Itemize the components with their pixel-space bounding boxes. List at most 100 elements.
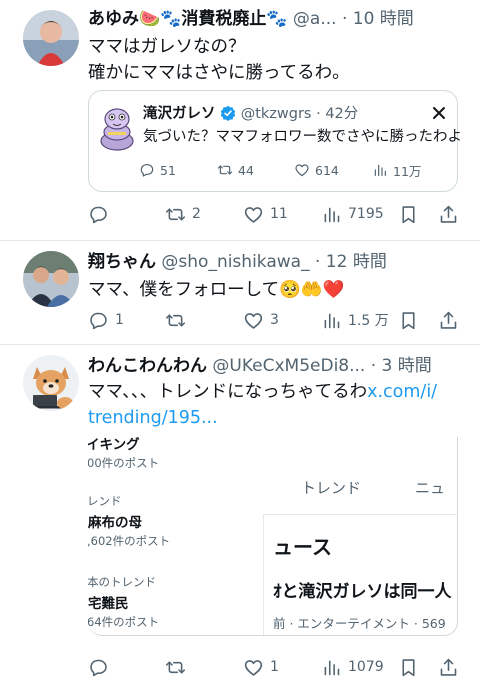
tweet-text: ママ、僕をフォローして🥺🤲❤️ <box>88 280 345 300</box>
screenshot-news-title: ュース <box>273 535 332 559</box>
tweet-1[interactable]: あゆみ🍉🐾消費税廃止🐾 @a... · 10 時間 ママはガレソなの？ 確かにマ… <box>0 0 480 240</box>
display-name[interactable]: あゆみ🍉🐾消費税廃止🐾 <box>88 9 288 29</box>
views-chart-icon <box>324 207 340 222</box>
tweet-3[interactable]: わんこわんわん @UKeCxM5eDi8... · 3 時間 ママ、、、トレンド… <box>0 345 480 689</box>
quoted-reply-button[interactable]: 51 <box>139 159 176 181</box>
share-icon <box>440 311 457 329</box>
trend-3-category: 本のトレンド <box>88 575 156 589</box>
reply-count: 1 <box>115 312 124 328</box>
trend-2-count: ,602件のポスト <box>88 534 171 548</box>
bookmark-icon <box>402 311 415 329</box>
action-bar: 1 3 1.5 万 <box>88 306 466 334</box>
bookmark-button[interactable] <box>398 653 419 681</box>
views-chart-icon <box>324 313 340 328</box>
views-count: 1079 <box>348 659 384 675</box>
share-button[interactable] <box>438 200 459 228</box>
display-name[interactable]: 翔ちゃん <box>88 252 156 272</box>
views-button[interactable]: 7195 <box>321 200 384 228</box>
heart-icon <box>244 206 263 223</box>
verified-badge-icon <box>220 105 236 121</box>
screenshot-panel-divider <box>263 515 264 635</box>
bookmark-button[interactable] <box>398 306 419 334</box>
views-button[interactable]: 1079 <box>321 653 384 681</box>
like-button[interactable]: 3 <box>243 306 279 334</box>
reply-icon <box>90 312 107 329</box>
reply-button[interactable] <box>88 653 115 681</box>
share-button[interactable] <box>438 306 459 334</box>
quoted-timestamp[interactable]: · 42分 <box>316 106 358 122</box>
trend-3-name: 宅難民 <box>88 596 129 612</box>
retweet-button[interactable] <box>165 653 192 681</box>
quoted-tweet[interactable]: 滝沢ガレソ @tkzwgrs · 42分 気づいた？ママフォロワー数でさやに勝っ… <box>88 90 462 192</box>
heart-icon <box>244 659 263 676</box>
tweet-text-line-2: 確かにママはさやに勝ってるわ。 <box>88 63 350 83</box>
username[interactable]: @UKeCxM5eDi8... <box>212 356 365 376</box>
attached-screenshot-image[interactable]: イキング 00件のポスト レンド 麻布の母 ,602件のポスト 本のトレンド 宅… <box>88 437 458 636</box>
quoted-views-button[interactable]: 11万 <box>372 159 421 181</box>
timestamp[interactable]: · 12 時間 <box>315 252 387 272</box>
retweet-icon <box>217 165 233 175</box>
action-bar: 1 1079 <box>88 653 466 681</box>
quoted-like-count: 614 <box>315 162 339 178</box>
reply-icon <box>90 659 107 676</box>
action-bar: 2 11 7195 <box>88 200 466 228</box>
quoted-display-name[interactable]: 滝沢ガレソ <box>143 106 216 122</box>
avatar[interactable] <box>23 10 79 66</box>
heart-icon <box>244 312 263 329</box>
tweet-text: ママ、、、トレンドになっちゃてるわx.com/i/ trending/195..… <box>88 379 466 431</box>
quoted-reply-count: 51 <box>160 162 176 178</box>
screenshot-tab-news: ニュ <box>415 479 446 497</box>
timestamp[interactable]: · 3 時間 <box>371 356 432 376</box>
views-chart-icon <box>374 164 386 176</box>
avatar[interactable] <box>23 355 79 411</box>
tweet-header: わんこわんわん @UKeCxM5eDi8... · 3 時間 <box>88 353 470 379</box>
bookmark-icon <box>402 205 415 223</box>
display-name[interactable]: わんこわんわん <box>88 356 207 376</box>
timestamp[interactable]: · 10 時間 <box>342 9 414 29</box>
heart-icon <box>295 164 309 177</box>
avatar[interactable] <box>23 251 79 307</box>
quoted-retweet-button[interactable]: 44 <box>217 159 254 181</box>
quoted-text: 気づいた？ママフォロワー数でさやに勝ったわよ <box>143 129 462 145</box>
trend-link[interactable]: x.com/i/ <box>367 382 437 402</box>
views-button[interactable]: 1.5 万 <box>321 306 389 334</box>
retweet-button[interactable] <box>165 306 192 334</box>
trend-2-name: 麻布の母 <box>88 515 142 531</box>
quoted-avatar[interactable] <box>99 105 135 151</box>
quoted-action-bar: 51 44 614 11万 <box>139 159 447 181</box>
trend-1-count: 00件のポスト <box>88 456 160 470</box>
username[interactable]: @sho_nishikawa_ <box>161 252 309 272</box>
views-count: 7195 <box>348 206 384 222</box>
quoted-username[interactable]: @tkzwgrs <box>241 106 312 122</box>
bookmark-button[interactable] <box>398 200 419 228</box>
quoted-views-count: 11万 <box>393 163 422 179</box>
retweet-icon <box>165 313 186 327</box>
share-button[interactable] <box>438 653 459 681</box>
username[interactable]: @a... <box>293 9 337 29</box>
close-icon[interactable] <box>431 105 447 121</box>
like-count: 3 <box>270 312 279 328</box>
tweet-text-prefix: ママ、、、トレンドになっちゃてるわ <box>88 382 368 402</box>
trend-2-category: レンド <box>88 494 122 508</box>
reply-button[interactable] <box>88 200 115 228</box>
retweet-count: 2 <box>192 206 201 222</box>
quoted-like-button[interactable]: 614 <box>294 159 339 181</box>
screenshot-tab-bar: トレンド ニュ <box>263 467 457 515</box>
views-chart-icon <box>324 660 340 675</box>
like-count: 1 <box>270 659 279 675</box>
trend-3-count: 64件のポスト <box>88 615 160 629</box>
tweet-2[interactable]: 翔ちゃん @sho_nishikawa_ · 12 時間 ママ、僕をフォローして… <box>0 241 480 344</box>
trend-link-continued[interactable]: trending/195... <box>88 405 466 431</box>
like-button[interactable]: 1 <box>243 653 279 681</box>
reply-button[interactable]: 1 <box>88 306 124 334</box>
like-count: 11 <box>270 206 288 222</box>
tweet-header: 翔ちゃん @sho_nishikawa_ · 12 時間 <box>88 249 470 275</box>
screenshot-news-headline: ｵと滝沢ガレソは同一人 <box>273 582 452 602</box>
like-button[interactable]: 11 <box>243 200 288 228</box>
views-count: 1.5 万 <box>348 313 389 329</box>
retweet-icon <box>165 660 186 674</box>
tweet-text: ママはガレソなの？ 確かにママはさやに勝ってるわ。 <box>88 34 466 86</box>
retweet-button[interactable]: 2 <box>165 200 201 228</box>
bookmark-icon <box>402 658 415 676</box>
share-icon <box>440 658 457 676</box>
